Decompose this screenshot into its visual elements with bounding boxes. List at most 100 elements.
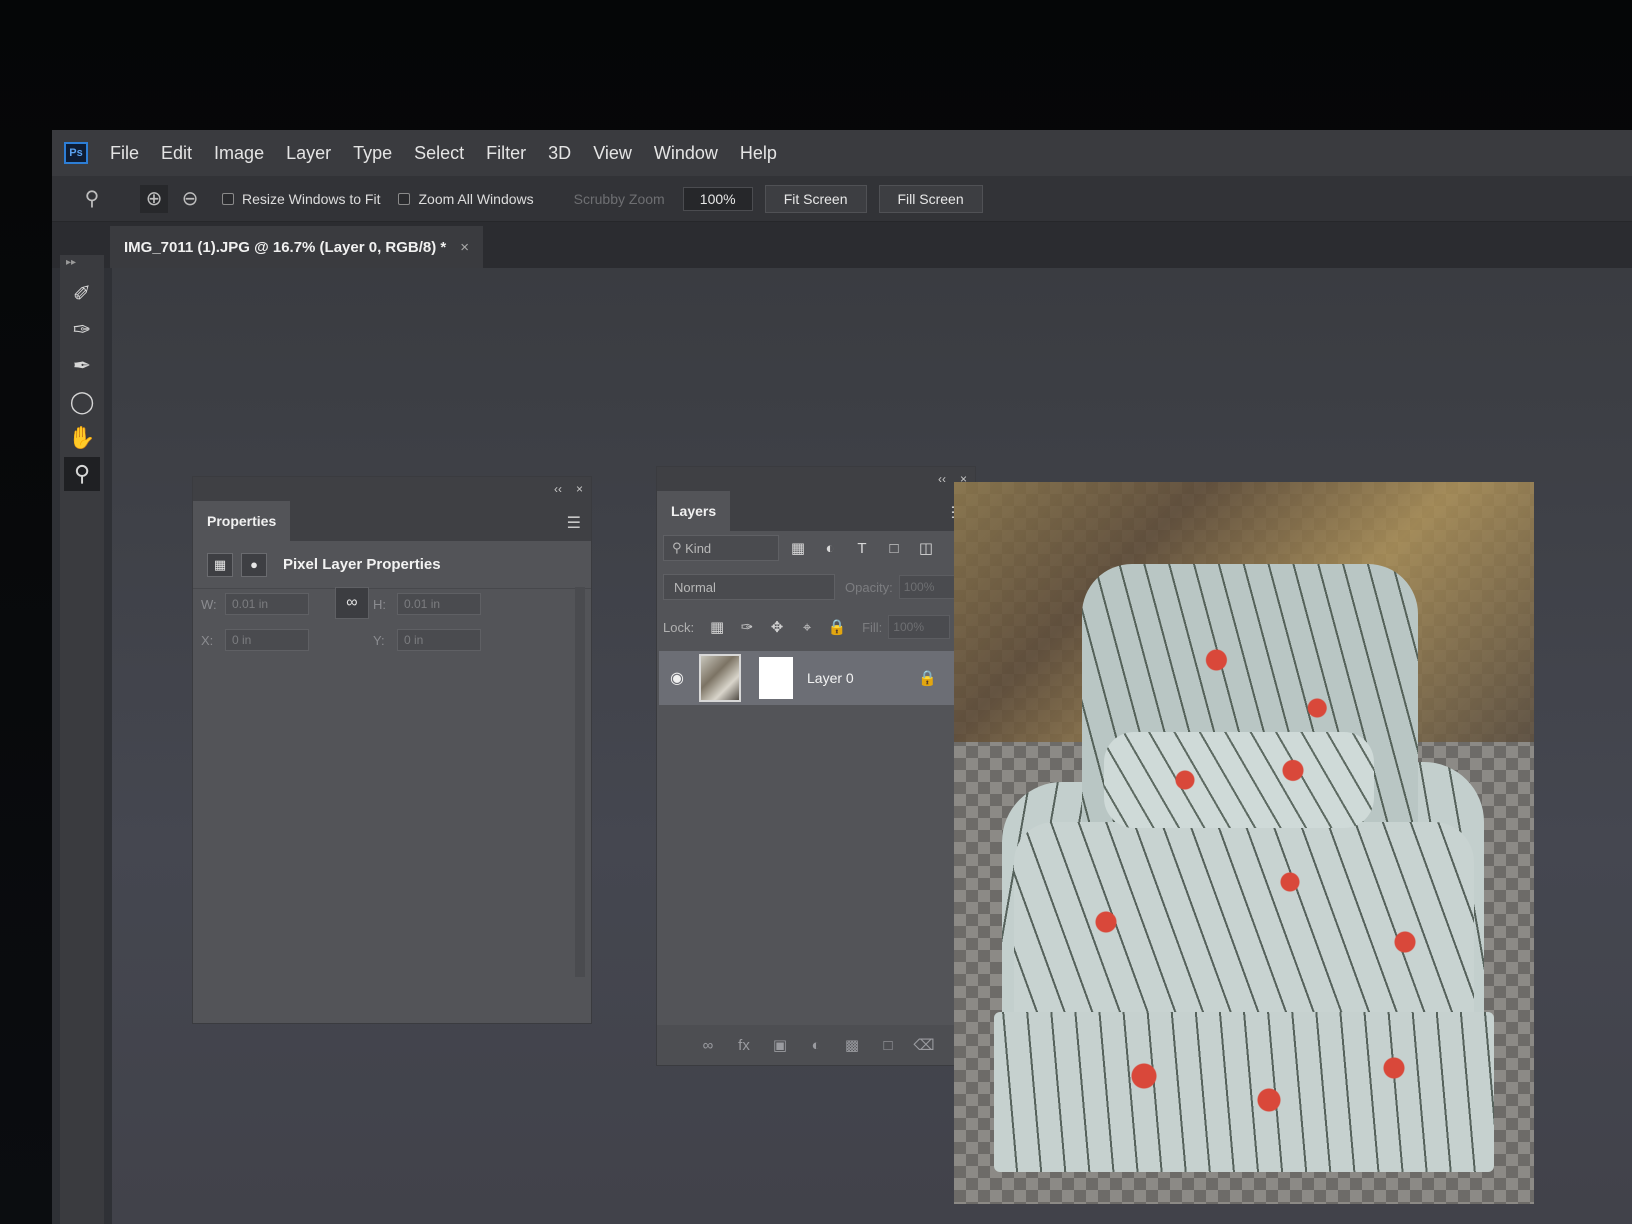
photoshop-logo-icon: Ps	[64, 142, 88, 164]
type-filter-icon[interactable]: T	[849, 540, 875, 557]
chair-skirt	[994, 1012, 1494, 1172]
layer-name[interactable]: Layer 0	[807, 670, 918, 686]
photoshop-window: Ps File Edit Image Layer Type Select Fil…	[52, 130, 1632, 1224]
resize-windows-label: Resize Windows to Fit	[242, 190, 381, 207]
collapse-panel-icon[interactable]: ‹‹	[938, 472, 946, 486]
scrubby-zoom-label[interactable]: Scrubby Zoom	[574, 191, 665, 207]
fill-screen-button[interactable]: Fill Screen	[878, 184, 983, 213]
menu-image[interactable]: Image	[214, 143, 264, 164]
link-layers-icon[interactable]: ∞	[697, 1037, 719, 1054]
menu-help[interactable]: Help	[740, 143, 777, 164]
pixel-layer-properties-title: Pixel Layer Properties	[283, 556, 441, 573]
properties-tab-row: Properties ☰	[193, 501, 591, 541]
close-document-icon[interactable]: ×	[460, 239, 469, 256]
layer-filter-row: ⚲ Kind ▦ ◐ T □ ◫ ●	[663, 533, 971, 563]
tools-panel: ▸▸ ✐ ✑ ✒ ◯ ✋ ⚲	[60, 255, 104, 1224]
chair-pillow	[1104, 732, 1374, 828]
pixel-layer-icon: ▦	[207, 552, 233, 577]
zoom-percent-button[interactable]: 100%	[682, 186, 753, 211]
fill-field[interactable]: 100%	[888, 615, 951, 639]
x-label: X:	[201, 632, 214, 648]
zoom-in-icon[interactable]: ⊕	[140, 184, 168, 213]
lasso-icon[interactable]: ◯	[64, 385, 100, 419]
filter-kind-value: Kind	[685, 540, 712, 556]
spot-healing-icon[interactable]: ✒	[64, 349, 100, 383]
chair-seat	[1014, 822, 1474, 1022]
layers-tab-row: Layers ☰	[657, 491, 975, 531]
smart-object-filter-icon[interactable]: ◫	[913, 539, 939, 557]
layer-row[interactable]: ◉ Layer 0 🔒	[659, 651, 955, 705]
menu-view[interactable]: View	[593, 143, 632, 164]
visibility-eye-icon[interactable]: ◉	[659, 668, 695, 688]
layers-bottom-bar: ∞ fx ▣ ◐ ▩ □ ⌫	[657, 1025, 975, 1065]
layer-mask-icon[interactable]: ●	[241, 552, 267, 577]
menu-file[interactable]: File	[110, 143, 139, 164]
new-layer-icon[interactable]: □	[877, 1037, 899, 1054]
x-row: X: 0 in	[201, 629, 309, 651]
close-panel-icon[interactable]: ×	[576, 482, 583, 496]
adjustment-layer-icon[interactable]: ◐	[805, 1037, 827, 1054]
zoom-all-windows-checkbox[interactable]: Zoom All Windows	[398, 191, 534, 207]
width-row: W: 0.01 in	[201, 593, 309, 615]
delete-layer-icon[interactable]: ⌫	[913, 1036, 935, 1054]
y-field[interactable]: 0 in	[397, 629, 481, 651]
zoom-out-icon[interactable]: ⊖	[176, 185, 204, 213]
lock-pixels-icon[interactable]: ✑	[732, 618, 762, 636]
opacity-label: Opacity:	[845, 579, 893, 595]
blend-mode-select[interactable]: Normal	[663, 574, 835, 600]
canvas-area[interactable]: ‹‹ × Properties ☰ ▦ ● Pixel Layer Proper…	[112, 268, 1632, 1224]
opacity-field[interactable]: 100%	[898, 575, 961, 599]
collapse-panel-icon[interactable]: ‹‹	[554, 482, 562, 496]
menu-bar: Ps File Edit Image Layer Type Select Fil…	[52, 130, 1632, 176]
document-image[interactable]	[954, 482, 1534, 1204]
tab-properties[interactable]: Properties	[193, 501, 291, 541]
quick-selection-icon[interactable]: ✐	[64, 277, 100, 311]
zoom-icon[interactable]: ⚲	[64, 457, 100, 491]
lock-artboard-icon[interactable]: ⌖	[792, 619, 822, 636]
resize-windows-checkbox-box[interactable]	[222, 192, 234, 205]
expand-toolbar-icon[interactable]: ▸▸	[66, 257, 76, 268]
brush-icon[interactable]: ✑	[64, 313, 100, 347]
y-row: Y: 0 in	[373, 629, 481, 651]
document-tab-title: IMG_7011 (1).JPG @ 16.7% (Layer 0, RGB/8…	[124, 238, 447, 256]
link-dimensions-icon[interactable]: ∞	[335, 587, 369, 619]
lock-position-icon[interactable]: ✥	[762, 618, 792, 636]
tab-layers[interactable]: Layers	[657, 491, 731, 531]
lock-all-icon[interactable]: 🔒	[822, 618, 852, 636]
lock-transparent-icon[interactable]: ▦	[702, 618, 732, 636]
zoom-all-windows-checkbox-box[interactable]	[398, 192, 411, 205]
y-label: Y:	[373, 632, 385, 648]
zoom-tool-preset-icon[interactable]: ⚲	[78, 185, 106, 213]
menu-edit[interactable]: Edit	[161, 143, 192, 164]
menu-type[interactable]: Type	[353, 143, 392, 164]
hand-icon[interactable]: ✋	[64, 421, 100, 455]
layer-thumbnail	[699, 654, 741, 702]
resize-windows-checkbox[interactable]: Resize Windows to Fit	[222, 191, 380, 207]
add-mask-icon[interactable]: ▣	[769, 1036, 791, 1054]
properties-scrollbar[interactable]	[575, 587, 585, 977]
new-group-icon[interactable]: ▩	[841, 1036, 863, 1054]
layers-panel-titlebar: ‹‹ ×	[657, 467, 975, 491]
blend-row: Normal Opacity: 100%	[663, 573, 971, 601]
fx-icon[interactable]: fx	[733, 1037, 755, 1054]
filter-kind-select[interactable]: ⚲ Kind	[663, 535, 779, 561]
shape-filter-icon[interactable]: □	[881, 540, 907, 557]
menu-select[interactable]: Select	[414, 143, 464, 164]
menu-window[interactable]: Window	[654, 143, 718, 164]
width-field[interactable]: 0.01 in	[225, 593, 309, 615]
adjustment-filter-icon[interactable]: ◐	[817, 540, 843, 557]
height-field[interactable]: 0.01 in	[397, 593, 481, 615]
options-bar: ⚲ ⊕ ⊖ Resize Windows to Fit Zoom All Win…	[52, 176, 1632, 222]
panel-menu-icon[interactable]: ☰	[567, 513, 581, 533]
x-field[interactable]: 0 in	[225, 629, 309, 651]
lock-label: Lock:	[663, 619, 695, 635]
layer-mask-thumbnail[interactable]	[759, 657, 793, 699]
document-tab[interactable]: IMG_7011 (1).JPG @ 16.7% (Layer 0, RGB/8…	[110, 226, 484, 268]
menu-3d[interactable]: 3D	[548, 143, 571, 164]
fit-screen-button[interactable]: Fit Screen	[764, 184, 867, 213]
image-filter-icon[interactable]: ▦	[785, 539, 811, 557]
menu-filter[interactable]: Filter	[486, 143, 526, 164]
menu-layer[interactable]: Layer	[286, 143, 331, 164]
document-tab-bar: IMG_7011 (1).JPG @ 16.7% (Layer 0, RGB/8…	[52, 222, 1632, 268]
layer-lock-icon: 🔒	[918, 670, 937, 687]
